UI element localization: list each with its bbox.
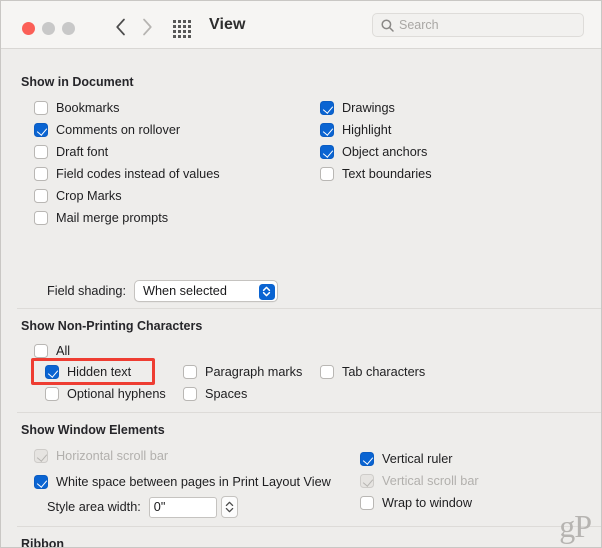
section-title-show-window-elements: Show Window Elements bbox=[21, 423, 165, 437]
checkbox-all[interactable] bbox=[34, 344, 48, 358]
checkbox-row-wrap-to-window[interactable]: Wrap to window bbox=[360, 494, 472, 512]
checkbox-label-highlight: Highlight bbox=[342, 123, 392, 137]
checkbox-highlight[interactable] bbox=[320, 123, 334, 137]
checkbox-crop-marks[interactable] bbox=[34, 189, 48, 203]
checkbox-label-vertical-scroll-bar: Vertical scroll bar bbox=[382, 474, 479, 488]
field-shading-value: When selected bbox=[143, 284, 227, 298]
watermark-logo: gP bbox=[559, 508, 592, 544]
checkbox-bookmarks[interactable] bbox=[34, 101, 48, 115]
checkbox-label-wrap-to-window: Wrap to window bbox=[382, 496, 473, 510]
checkbox-label-text-boundaries: Text boundaries bbox=[342, 167, 432, 181]
checkbox-optional-hyphens[interactable] bbox=[45, 387, 59, 401]
checkbox-row-highlight[interactable]: Highlight bbox=[320, 121, 391, 139]
checkbox-label-white-space-between-pages: White space between pages in Print Layou… bbox=[56, 475, 331, 489]
style-area-width-control: Style area width: bbox=[47, 496, 238, 518]
checkbox-label-crop-marks: Crop Marks bbox=[56, 189, 122, 203]
checkbox-field-codes-instead-of-values[interactable] bbox=[34, 167, 48, 181]
checkbox-row-field-codes-instead-of-values[interactable]: Field codes instead of values bbox=[34, 165, 220, 183]
style-area-width-input[interactable] bbox=[148, 496, 217, 518]
section-title-ribbon: Ribbon bbox=[21, 537, 65, 548]
window-titlebar: View bbox=[1, 1, 601, 49]
checkbox-label-drawings: Drawings bbox=[342, 101, 395, 115]
checkbox-drawings[interactable] bbox=[320, 101, 334, 115]
section-title-show-non-printing-characters: Show Non-Printing Characters bbox=[21, 319, 203, 333]
section-divider bbox=[17, 308, 601, 309]
field-shading-control: Field shading: When selected bbox=[47, 280, 278, 302]
checkbox-label-hidden-text: Hidden text bbox=[67, 365, 132, 379]
checkbox-vertical-ruler[interactable] bbox=[360, 452, 374, 466]
stepper-up-down-icon[interactable] bbox=[220, 496, 238, 518]
maximize-window-button[interactable] bbox=[62, 22, 75, 35]
style-area-width-label: Style area width: bbox=[47, 500, 141, 514]
checkbox-paragraph-marks[interactable] bbox=[183, 365, 197, 379]
checkbox-row-tab-characters[interactable]: Tab characters bbox=[320, 363, 425, 381]
checkbox-white-space-between-pages[interactable] bbox=[34, 475, 48, 489]
checkbox-label-draft-font: Draft font bbox=[56, 145, 109, 159]
search-field[interactable] bbox=[372, 13, 584, 37]
checkbox-row-horizontal-scroll-bar[interactable]: Horizontal scroll bar bbox=[34, 447, 168, 465]
checkbox-label-bookmarks: Bookmarks bbox=[56, 101, 120, 115]
checkbox-label-comments-on-rollover: Comments on rollover bbox=[56, 123, 181, 137]
checkbox-spaces[interactable] bbox=[183, 387, 197, 401]
checkbox-label-object-anchors: Object anchors bbox=[342, 145, 428, 159]
preferences-body: Show in Document Bookmarks Comments on r… bbox=[1, 49, 601, 547]
checkbox-row-vertical-ruler[interactable]: Vertical ruler bbox=[360, 450, 453, 468]
close-window-button[interactable] bbox=[22, 22, 35, 35]
checkbox-label-horizontal-scroll-bar: Horizontal scroll bar bbox=[56, 449, 169, 463]
checkbox-row-text-boundaries[interactable]: Text boundaries bbox=[320, 165, 432, 183]
checkbox-tab-characters[interactable] bbox=[320, 365, 334, 379]
checkbox-label-spaces: Spaces bbox=[205, 387, 248, 401]
checkbox-row-object-anchors[interactable]: Object anchors bbox=[320, 143, 427, 161]
minimize-window-button[interactable] bbox=[42, 22, 55, 35]
chevron-right-icon[interactable] bbox=[136, 15, 158, 39]
checkbox-vertical-scroll-bar bbox=[360, 474, 374, 488]
checkbox-draft-font[interactable] bbox=[34, 145, 48, 159]
search-icon bbox=[381, 18, 394, 32]
checkbox-hidden-text[interactable] bbox=[45, 365, 59, 379]
chevron-left-icon[interactable] bbox=[109, 15, 131, 39]
page-title: View bbox=[209, 16, 246, 33]
checkbox-wrap-to-window[interactable] bbox=[360, 496, 374, 510]
checkbox-row-bookmarks[interactable]: Bookmarks bbox=[34, 99, 119, 117]
checkbox-row-comments-on-rollover[interactable]: Comments on rollover bbox=[34, 121, 180, 139]
section-title-show-in-document: Show in Document bbox=[21, 75, 134, 89]
field-shading-label: Field shading: bbox=[47, 284, 126, 298]
checkbox-row-paragraph-marks[interactable]: Paragraph marks bbox=[183, 363, 302, 381]
checkbox-row-drawings[interactable]: Drawings bbox=[320, 99, 395, 117]
checkbox-text-boundaries[interactable] bbox=[320, 167, 334, 181]
chevron-up-down-icon[interactable] bbox=[258, 283, 275, 300]
field-shading-select[interactable]: When selected bbox=[134, 280, 278, 302]
checkbox-row-draft-font[interactable]: Draft font bbox=[34, 143, 108, 161]
checkbox-label-optional-hyphens: Optional hyphens bbox=[67, 387, 166, 401]
checkbox-mail-merge-prompts[interactable] bbox=[34, 211, 48, 225]
checkbox-row-hidden-text[interactable]: Hidden text bbox=[45, 363, 131, 381]
checkbox-row-spaces[interactable]: Spaces bbox=[183, 385, 247, 403]
checkbox-label-mail-merge-prompts: Mail merge prompts bbox=[56, 211, 169, 225]
section-divider bbox=[17, 526, 601, 527]
checkbox-object-anchors[interactable] bbox=[320, 145, 334, 159]
checkbox-row-optional-hyphens[interactable]: Optional hyphens bbox=[45, 385, 166, 403]
checkbox-row-white-space-between-pages[interactable]: White space between pages in Print Layou… bbox=[34, 473, 331, 491]
grid-apps-icon[interactable] bbox=[173, 20, 195, 38]
checkbox-row-crop-marks[interactable]: Crop Marks bbox=[34, 187, 122, 205]
checkbox-comments-on-rollover[interactable] bbox=[34, 123, 48, 137]
section-divider bbox=[17, 412, 601, 413]
checkbox-label-vertical-ruler: Vertical ruler bbox=[382, 452, 453, 466]
preferences-window: View Show in Document Bookmarks Comments… bbox=[0, 0, 602, 548]
checkbox-label-tab-characters: Tab characters bbox=[342, 365, 426, 379]
checkbox-label-field-codes-instead-of-values: Field codes instead of values bbox=[56, 167, 220, 181]
search-input[interactable] bbox=[399, 18, 569, 32]
checkbox-row-mail-merge-prompts[interactable]: Mail merge prompts bbox=[34, 209, 168, 227]
checkbox-row-all[interactable]: All bbox=[34, 342, 70, 360]
checkbox-label-paragraph-marks: Paragraph marks bbox=[205, 365, 303, 379]
checkbox-row-vertical-scroll-bar[interactable]: Vertical scroll bar bbox=[360, 472, 479, 490]
checkbox-horizontal-scroll-bar bbox=[34, 449, 48, 463]
checkbox-label-all: All bbox=[56, 344, 71, 358]
